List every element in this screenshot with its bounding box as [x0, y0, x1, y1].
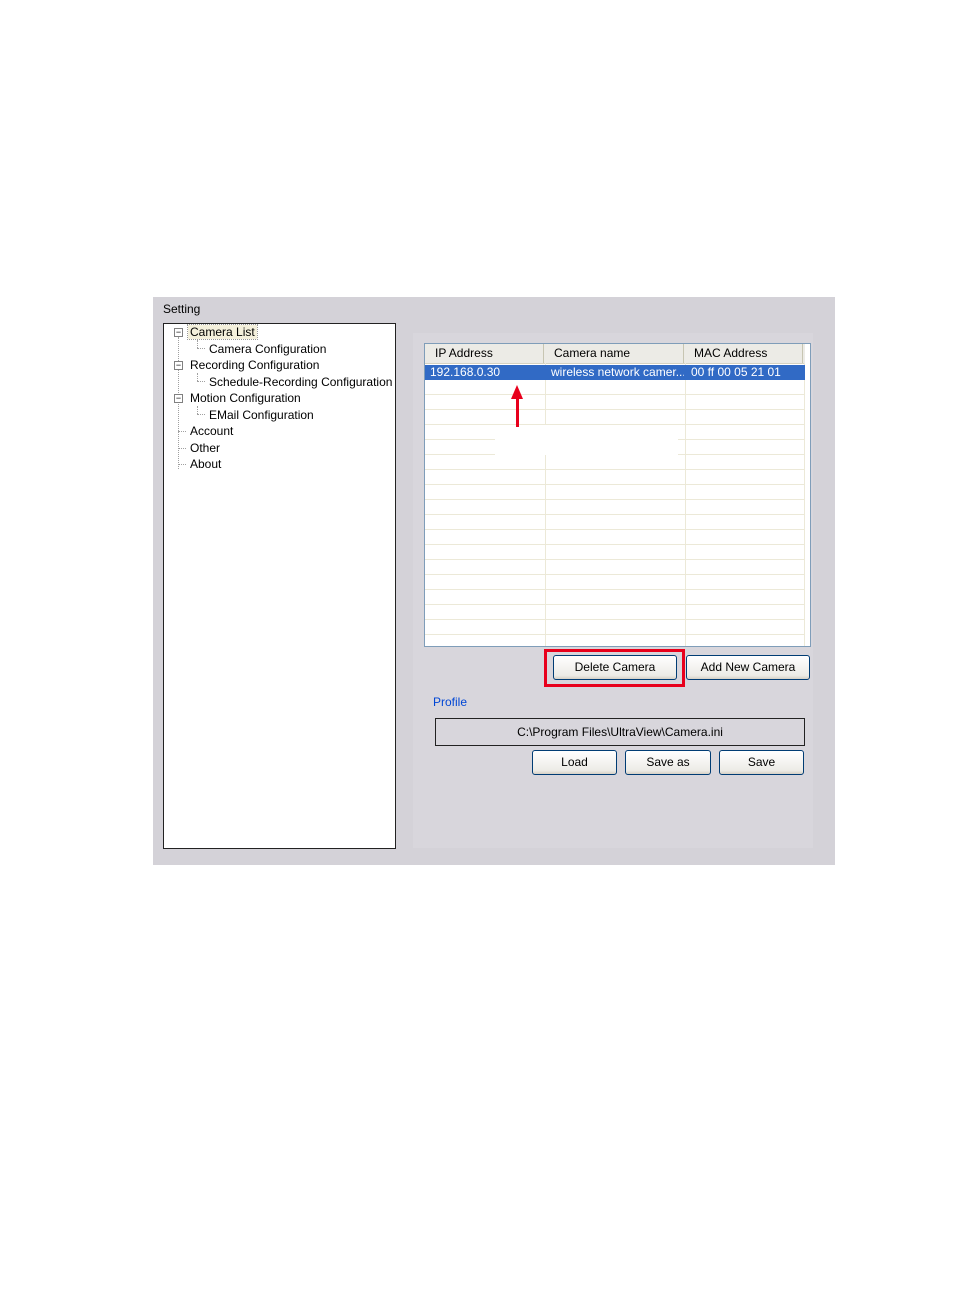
tree-connector — [197, 406, 198, 414]
tree-item-account[interactable]: Account — [188, 423, 235, 439]
table-row — [425, 485, 805, 500]
collapse-icon[interactable]: − — [174, 394, 183, 403]
tree-connector — [178, 337, 179, 469]
settings-tree[interactable]: − Camera List Camera Configuration − Rec… — [163, 323, 396, 849]
table-row[interactable]: 192.168.0.30 wireless network camer... 0… — [425, 365, 805, 380]
tree-connector — [197, 340, 198, 348]
table-row — [425, 380, 805, 395]
tree-item-motion-configuration[interactable]: Motion Configuration — [188, 390, 303, 406]
tree-item-label: Motion Configuration — [190, 391, 301, 405]
table-row — [425, 395, 805, 410]
tree-item-label: Schedule-Recording Configuration — [209, 375, 393, 389]
table-row — [425, 605, 805, 620]
collapse-icon[interactable]: − — [174, 328, 183, 337]
tree-item-about[interactable]: About — [188, 456, 223, 472]
table-row — [425, 620, 805, 635]
save-as-button[interactable]: Save as — [625, 750, 711, 775]
tree-item-other[interactable]: Other — [188, 440, 222, 456]
tree-item-label: Other — [190, 441, 221, 455]
tree-item-camera-list[interactable]: Camera List — [187, 324, 258, 340]
table-row — [425, 590, 805, 605]
add-new-camera-button[interactable]: Add New Camera — [686, 655, 810, 680]
profile-label: Profile — [433, 695, 468, 709]
column-header-ip-address[interactable]: IP Address — [425, 344, 544, 363]
load-button[interactable]: Load — [532, 750, 617, 775]
table-row — [425, 515, 805, 530]
tree-connector — [178, 448, 186, 449]
column-header-mac-address[interactable]: MAC Address — [684, 344, 803, 363]
tree-connector — [178, 464, 186, 465]
setting-dialog: Setting − Camera List Camera Configurati… — [153, 297, 835, 865]
delete-camera-button[interactable]: Delete Camera — [553, 655, 677, 680]
tree-item-schedule-recording-configuration[interactable]: Schedule-Recording Configuration — [207, 374, 394, 390]
profile-path-field[interactable]: C:\Program Files\UltraView\Camera.ini — [435, 718, 805, 746]
annotation-arrow-head-icon — [511, 385, 523, 399]
tree-connector — [197, 414, 205, 415]
tree-item-recording-configuration[interactable]: Recording Configuration — [188, 357, 321, 373]
table-row — [425, 545, 805, 560]
annotation-arrow-icon — [516, 397, 519, 427]
table-row — [425, 500, 805, 515]
column-header-camera-name[interactable]: Camera name — [544, 344, 684, 363]
table-row — [425, 575, 805, 590]
list-header: IP Address Camera name MAC Address — [425, 344, 805, 364]
tree-connector — [178, 431, 186, 432]
tree-item-label: About — [190, 457, 222, 471]
annotation-blank-area — [495, 425, 678, 455]
camera-list-view[interactable]: IP Address Camera name MAC Address 192.1… — [424, 343, 811, 647]
tree-connector — [197, 381, 205, 382]
tree-item-label: Camera Configuration — [209, 342, 327, 356]
tree-item-label: Recording Configuration — [190, 358, 320, 372]
tree-item-email-configuration[interactable]: EMail Configuration — [207, 407, 316, 423]
tree-connector — [197, 348, 205, 349]
table-row — [425, 410, 805, 425]
table-row — [425, 470, 805, 485]
tree-connector — [197, 373, 198, 381]
cell-mac-address: 00 ff 00 05 21 01 — [691, 365, 781, 379]
tree-item-label: Account — [190, 424, 234, 438]
table-row — [425, 530, 805, 545]
tree-item-camera-configuration[interactable]: Camera Configuration — [207, 341, 328, 357]
tree-item-label: EMail Configuration — [209, 408, 314, 422]
table-row — [425, 455, 805, 470]
cell-ip-address: 192.168.0.30 — [430, 365, 501, 379]
tree-item-label: Camera List — [187, 324, 258, 340]
table-row — [425, 560, 805, 575]
dialog-title: Setting — [163, 302, 201, 316]
save-button[interactable]: Save — [719, 750, 804, 775]
collapse-icon[interactable]: − — [174, 361, 183, 370]
cell-camera-name: wireless network camer... — [551, 365, 684, 379]
